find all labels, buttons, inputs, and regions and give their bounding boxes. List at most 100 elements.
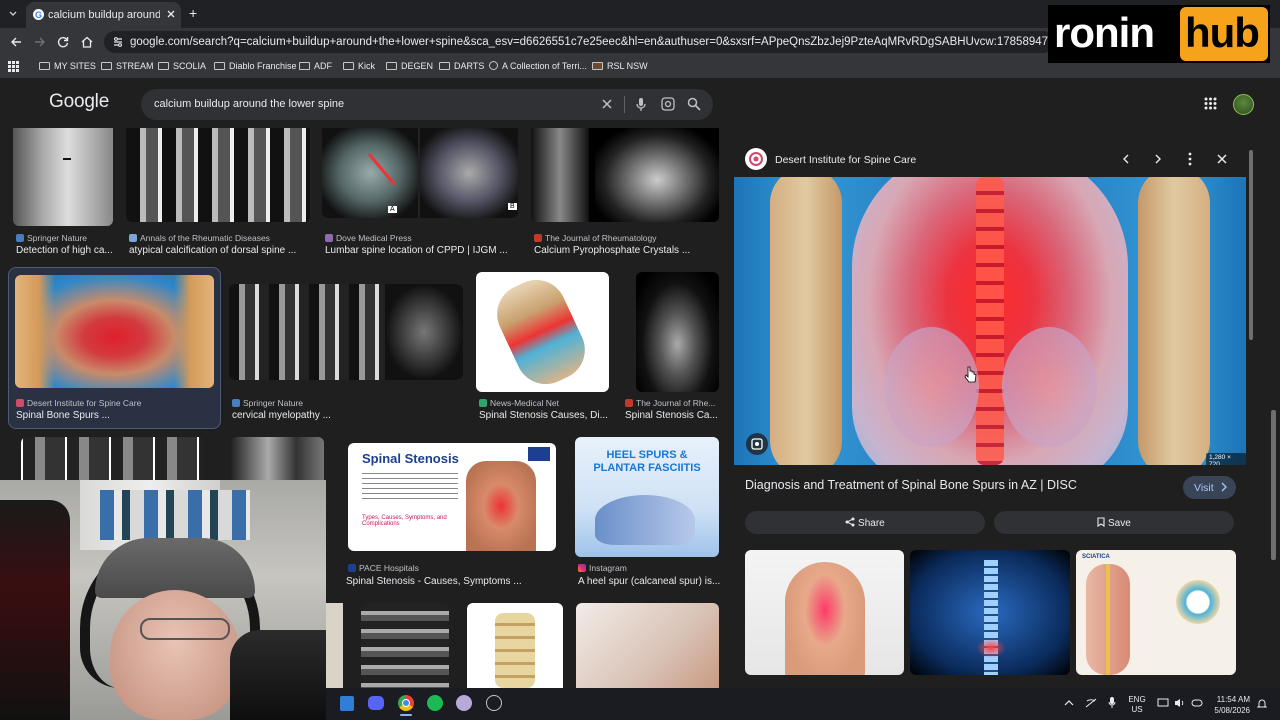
chrome-taskbar-icon[interactable] — [398, 695, 414, 711]
language-indicator[interactable]: ENG US — [1126, 695, 1148, 715]
folder-icon — [386, 62, 397, 70]
result-caption-1[interactable]: Detection of high ca... — [16, 245, 116, 256]
bookmark-rsl-nsw[interactable]: RSL NSW — [592, 61, 648, 71]
result-source-11[interactable]: PACE Hospitals — [348, 563, 419, 573]
discord-taskbar-icon[interactable] — [368, 696, 384, 710]
bookmark-scolia[interactable]: SCOLIA — [158, 61, 206, 71]
result-source-6[interactable]: Springer Nature — [232, 398, 303, 408]
bookmark-diablo-franchise[interactable]: Diablo Franchise — [214, 61, 297, 71]
result-thumb-6[interactable] — [229, 284, 463, 380]
result-caption-7[interactable]: Spinal Stenosis Causes, Di... — [479, 410, 609, 421]
volume-icon[interactable] — [1174, 698, 1186, 708]
lens-camera-icon[interactable] — [661, 97, 675, 111]
chair — [0, 500, 70, 720]
result-thumb-7[interactable] — [476, 272, 609, 392]
panel-scrollbar[interactable] — [1249, 150, 1253, 340]
result-source-1[interactable]: Springer Nature — [16, 233, 87, 243]
search-input[interactable]: calcium buildup around the lower spine — [154, 98, 344, 110]
controller-tray-icon[interactable] — [1191, 698, 1203, 708]
result-source-12[interactable]: Instagram — [578, 563, 627, 573]
result-caption-6[interactable]: cervical myelopathy ... — [232, 410, 462, 421]
result-thumb-13[interactable] — [326, 603, 343, 688]
close-panel-button[interactable] — [1216, 153, 1228, 165]
next-result-button[interactable] — [1152, 153, 1164, 165]
result-source-3[interactable]: Dove Medical Press — [325, 233, 412, 243]
network-off-icon[interactable] — [1085, 698, 1097, 708]
result-thumb-2[interactable] — [126, 128, 310, 222]
result-source-7[interactable]: News-Medical Net — [479, 398, 559, 408]
result-caption-12[interactable]: A heel spur (calcaneal spur) is... — [578, 576, 720, 587]
result-thumb-10[interactable] — [231, 437, 324, 482]
search-icon[interactable] — [687, 97, 701, 111]
back-button[interactable] — [9, 35, 23, 49]
system-tray-chevron-icon[interactable] — [1064, 699, 1074, 707]
visit-button[interactable]: Visit — [1183, 476, 1236, 499]
clock[interactable]: 11:54 AM 5/08/2026 — [1210, 694, 1250, 716]
search-box[interactable]: calcium buildup around the lower spine — [141, 89, 713, 120]
site-info-icon[interactable] — [112, 36, 124, 48]
bookmark-darts[interactable]: DARTS — [439, 61, 484, 71]
clear-search-icon[interactable] — [601, 98, 613, 110]
bookmark-stream[interactable]: STREAM — [101, 61, 154, 71]
result-thumb-15[interactable] — [467, 603, 563, 688]
file-explorer-taskbar-icon[interactable] — [340, 696, 354, 711]
microphone-icon[interactable] — [635, 97, 647, 112]
clock-time: 11:54 AM — [1216, 695, 1250, 704]
obs-studio-taskbar-icon[interactable] — [456, 695, 472, 711]
google-logo[interactable]: Google — [49, 91, 109, 113]
bookmark-collection[interactable]: A Collection of Terri... — [489, 61, 587, 71]
result-source-8[interactable]: The Journal of Rhe... — [625, 398, 719, 408]
account-avatar[interactable] — [1233, 94, 1254, 115]
bookmark-degen[interactable]: DEGEN — [386, 61, 433, 71]
result-caption-3[interactable]: Lumbar spine location of CPPD | IJGM ... — [325, 245, 520, 256]
browser-tab-active[interactable]: G calcium buildup around the lowe — [26, 2, 181, 28]
home-button[interactable] — [80, 35, 94, 49]
reload-button[interactable] — [56, 35, 70, 49]
visual-search-button[interactable] — [746, 433, 768, 455]
notifications-icon[interactable] — [1257, 698, 1267, 709]
save-button[interactable]: Save — [994, 511, 1234, 534]
google-apps-icon[interactable] — [1204, 97, 1217, 110]
result-source-2[interactable]: Annals of the Rheumatic Diseases — [129, 233, 309, 243]
result-thumb-12[interactable]: HEEL SPURS & PLANTAR FASCIITIS — [575, 437, 719, 557]
panel-source[interactable]: Desert Institute for Spine Care — [775, 154, 916, 166]
more-options-button[interactable] — [1185, 152, 1195, 166]
share-button[interactable]: Share — [745, 511, 985, 534]
microphone-tray-icon[interactable] — [1108, 697, 1116, 709]
page-scrollbar[interactable] — [1271, 410, 1276, 560]
result-thumb-9[interactable] — [21, 437, 204, 482]
spotify-taskbar-icon[interactable] — [427, 695, 443, 711]
app-taskbar-icon[interactable] — [486, 695, 502, 711]
result-caption-11[interactable]: Spinal Stenosis - Causes, Symptoms ... — [346, 576, 556, 587]
previous-result-button[interactable] — [1120, 153, 1132, 165]
related-thumb-1[interactable] — [745, 550, 904, 675]
display-tray-icon[interactable] — [1157, 698, 1169, 708]
address-bar[interactable]: google.com/search?q=calcium+buildup+arou… — [104, 31, 1054, 53]
apps-grid-icon[interactable] — [8, 61, 19, 72]
result-caption-4[interactable]: Calcium Pyrophosphate Crystals ... — [534, 245, 719, 256]
result-thumb-5[interactable] — [15, 275, 214, 388]
related-thumb-2[interactable] — [910, 550, 1070, 675]
result-thumb-16[interactable] — [576, 603, 719, 688]
result-thumb-11[interactable]: Spinal Stenosis Types, Causes, Symptoms,… — [348, 443, 556, 551]
forward-button[interactable] — [33, 35, 47, 49]
preview-title[interactable]: Diagnosis and Treatment of Spinal Bone S… — [745, 478, 1077, 492]
new-tab-button[interactable]: + — [189, 5, 197, 21]
result-source-5[interactable]: Desert Institute for Spine Care — [16, 398, 141, 408]
bookmark-my-sites[interactable]: MY SITES — [39, 61, 96, 71]
preview-image[interactable]: 1,280 × 720 — [734, 177, 1246, 465]
result-thumb-8[interactable] — [636, 272, 719, 392]
related-thumb-3[interactable]: SCIATICA — [1076, 550, 1236, 675]
bookmark-kick[interactable]: Kick — [343, 61, 375, 71]
result-source-4[interactable]: The Journal of Rheumatology — [534, 233, 657, 243]
result-caption-8[interactable]: Spinal Stenosis Ca... — [625, 410, 719, 421]
bookmark-adf[interactable]: ADF — [299, 61, 332, 71]
result-thumb-4[interactable] — [531, 128, 719, 222]
result-caption-5[interactable]: Spinal Bone Spurs ... — [16, 410, 216, 421]
tab-search-button[interactable] — [6, 7, 20, 21]
close-tab-icon[interactable] — [165, 7, 177, 21]
result-thumb-3[interactable]: A B — [322, 128, 518, 218]
result-thumb-1[interactable] — [13, 128, 113, 226]
result-thumb-14[interactable] — [361, 603, 449, 688]
result-caption-2[interactable]: atypical calcification of dorsal spine .… — [129, 245, 309, 256]
